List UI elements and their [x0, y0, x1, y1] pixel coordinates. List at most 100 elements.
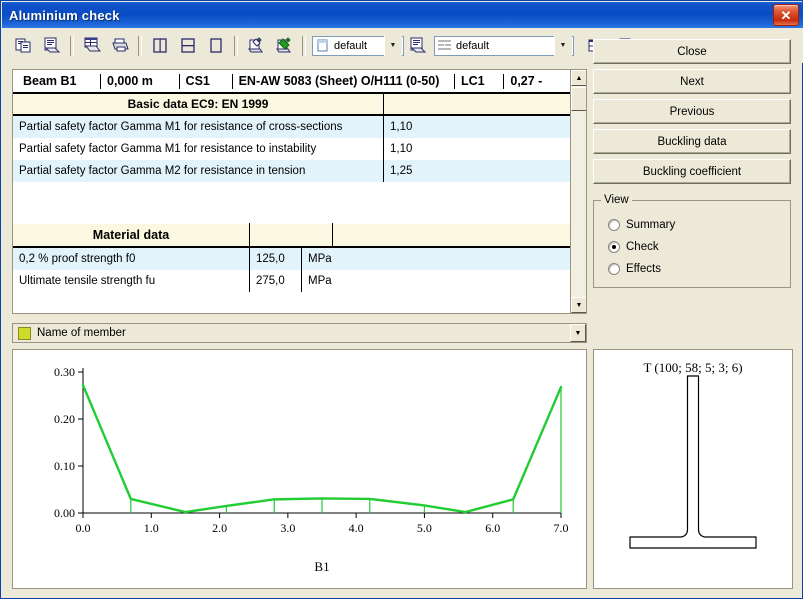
svg-text:5.0: 5.0 [417, 521, 432, 535]
svg-text:0.10: 0.10 [54, 459, 75, 473]
t-section-drawing [629, 375, 757, 549]
row-label: Partial safety factor Gamma M2 for resis… [19, 165, 306, 177]
radio-effects-label: Effects [626, 263, 661, 275]
copy-icon[interactable] [11, 33, 37, 58]
close-window-button[interactable]: ✕ [773, 4, 799, 26]
row-label: Partial safety factor Gamma M1 for resis… [19, 143, 317, 155]
cross-section-view: T (100; 58; 5; 3; 6) [593, 349, 793, 589]
svg-text:3.0: 3.0 [280, 521, 295, 535]
statusbar-dropdown-icon[interactable]: ▼ [570, 324, 586, 342]
close-icon: ✕ [780, 7, 792, 23]
scroll-up-icon[interactable]: ▲ [571, 70, 586, 86]
table-row: Partial safety factor Gamma M2 for resis… [13, 160, 571, 182]
document-edit-green-icon[interactable] [271, 33, 297, 58]
svg-text:2.0: 2.0 [212, 521, 227, 535]
buckling-data-button-label: Buckling data [657, 135, 727, 148]
svg-text:7.0: 7.0 [554, 521, 569, 535]
row-value: 125,0 [249, 248, 301, 270]
row-label: 0,2 % proof strength f0 [19, 253, 136, 265]
basic-data-band: Basic data EC9: EN 1999 [13, 93, 571, 116]
scrollbar-thumb[interactable] [571, 87, 586, 111]
scroll-down-icon[interactable]: ▼ [571, 297, 586, 313]
document-edit-icon[interactable] [243, 33, 269, 58]
template-combo-value: default [456, 39, 490, 52]
radio-icon-selected [608, 241, 620, 253]
buckling-coefficient-button-label: Buckling coefficient [642, 165, 742, 178]
material-data-title: Material data [92, 228, 170, 242]
toolbar-separator [302, 35, 306, 56]
svg-text:4.0: 4.0 [349, 521, 364, 535]
buckling-data-button[interactable]: Buckling data [593, 129, 791, 154]
print-preview-icon[interactable] [39, 33, 65, 58]
style-combo[interactable]: default ▼ [312, 35, 404, 56]
chart-svg: 0.00 0.10 0.20 0.30 0.0 1.0 2.0 3.0 4.0 5.0 6.0 7.0… [54, 365, 569, 574]
header-cell-unity-check: 0,27 - [503, 73, 571, 89]
window-title: Aluminium check [9, 7, 120, 23]
row-value: 275,0 [249, 270, 301, 292]
cross-section-label: T (100; 58; 5; 3; 6) [643, 360, 743, 375]
report-pane: Beam B1 0,000 m CS1 EN-AW 5083 (Sheet) O… [12, 69, 587, 314]
radio-summary[interactable]: Summary [608, 219, 675, 231]
style-swatch-icon [313, 39, 331, 52]
style-combo-value: default [334, 39, 368, 52]
buckling-coefficient-button[interactable]: Buckling coefficient [593, 159, 791, 184]
report-vertical-scrollbar[interactable]: ▲ ▼ [570, 70, 586, 313]
previous-button[interactable]: Previous [593, 99, 791, 124]
toolbar-separator [234, 35, 238, 56]
next-button[interactable]: Next [593, 69, 791, 94]
radio-icon [608, 219, 620, 231]
svg-text:1.0: 1.0 [144, 521, 159, 535]
report-header-row: Beam B1 0,000 m CS1 EN-AW 5083 (Sheet) O… [13, 70, 571, 94]
table-row: Partial safety factor Gamma M1 for resis… [13, 138, 571, 160]
chevron-down-icon[interactable]: ▼ [384, 35, 402, 56]
previous-button-label: Previous [669, 105, 715, 118]
row-value: 1,10 [383, 138, 425, 160]
row-unit: MPa [301, 248, 351, 270]
header-cell-position: 0,000 m [100, 73, 179, 89]
view-group-title: View [601, 194, 632, 206]
toolbar-separator [70, 35, 74, 56]
chevron-down-icon[interactable]: ▼ [554, 35, 572, 56]
band-divider [332, 223, 333, 247]
close-button[interactable]: Close [593, 39, 791, 64]
print-table-icon[interactable] [79, 33, 105, 58]
band-divider [383, 93, 384, 115]
header-cell-material: EN-AW 5083 (Sheet) O/H111 (0-50) [231, 73, 454, 89]
view-full-icon[interactable] [203, 33, 229, 58]
table-row: 0,2 % proof strength f0 125,0 MPa [13, 248, 571, 270]
radio-effects[interactable]: Effects [608, 263, 661, 275]
row-label: Ultimate tensile strength fu [19, 275, 156, 287]
svg-text:B1: B1 [314, 559, 329, 574]
close-button-label: Close [677, 45, 707, 58]
member-name-label: Name of member [37, 327, 126, 339]
unity-check-chart: 0.00 0.10 0.20 0.30 0.0 1.0 2.0 3.0 4.0 5.0 6.0 7.0… [12, 349, 587, 589]
table-row: Ultimate tensile strength fu 275,0 MPa [13, 270, 571, 292]
view-single-icon[interactable] [147, 33, 173, 58]
radio-summary-label: Summary [626, 219, 676, 231]
svg-text:0.30: 0.30 [54, 365, 75, 379]
view-group: View Summary Check Effects [593, 194, 791, 288]
print-preview-icon[interactable] [405, 33, 431, 58]
title-bar-buttons: ✕ [773, 4, 803, 26]
template-combo[interactable]: default ▼ [434, 35, 574, 56]
radio-icon [608, 263, 620, 275]
toolbar-separator [138, 35, 142, 56]
radio-check-label: Check [626, 241, 659, 253]
header-cell-beam: Beam B1 [23, 73, 77, 88]
report-content: Beam B1 0,000 m CS1 EN-AW 5083 (Sheet) O… [13, 70, 571, 313]
material-data-band: Material data [13, 223, 571, 248]
radio-check[interactable]: Check [608, 241, 659, 253]
svg-text:0.00: 0.00 [54, 506, 75, 520]
title-bar: Aluminium check ✕ [2, 2, 803, 28]
aluminium-check-window: Aluminium check ✕ default ▼ default ▼ Be… [0, 0, 803, 599]
legend-color-swatch-icon [18, 326, 31, 340]
printer-icon[interactable] [107, 33, 133, 58]
view-split-horizontal-icon[interactable] [175, 33, 201, 58]
row-value: 1,25 [383, 160, 425, 182]
svg-text:6.0: 6.0 [485, 521, 500, 535]
header-cell-cross-section: CS1 [178, 73, 232, 89]
svg-text:0.20: 0.20 [54, 412, 75, 426]
row-value: 1,10 [383, 116, 425, 138]
table-row: Partial safety factor Gamma M1 for resis… [13, 116, 571, 138]
